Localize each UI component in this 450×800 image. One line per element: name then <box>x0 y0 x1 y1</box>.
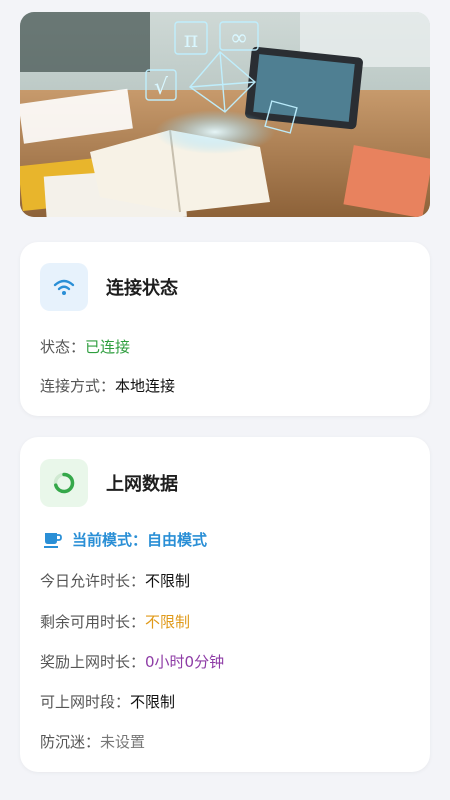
row-value: 0小时0分钟 <box>145 653 225 671</box>
row-label: 可上网时段： <box>40 693 131 711</box>
pi-symbol: π <box>184 28 198 53</box>
wifi-icon <box>53 279 75 295</box>
internet-data-card: 上网数据 当前模式： 自由模式 今日允许时长：不限制 剩余可用时长：不限制 奖励上… <box>20 437 430 772</box>
coffee-cup-icon <box>44 532 62 548</box>
internet-card-title: 上网数据 <box>106 474 178 495</box>
connection-card-title: 连接状态 <box>106 278 178 299</box>
wifi-icon-box <box>40 263 88 311</box>
status-label: 状态： <box>40 338 86 356</box>
internet-row: 防沉迷：未设置 <box>40 731 145 752</box>
data-ring-icon <box>53 472 75 494</box>
connection-method-row: 连接方式：本地连接 <box>40 375 175 396</box>
row-label: 剩余可用时长： <box>40 613 146 631</box>
method-value: 本地连接 <box>115 377 176 395</box>
internet-row: 剩余可用时长：不限制 <box>40 611 190 632</box>
data-ring-icon-box <box>40 459 88 507</box>
row-value: 不限制 <box>145 613 191 631</box>
row-label: 今日允许时长： <box>40 572 146 590</box>
method-label: 连接方式： <box>40 377 116 395</box>
mode-value: 自由模式 <box>147 531 208 549</box>
status-value: 已连接 <box>85 338 131 356</box>
internet-row: 今日允许时长：不限制 <box>40 570 190 591</box>
classroom-illustration: π ∞ √ <box>20 12 430 217</box>
row-value: 不限制 <box>130 693 176 711</box>
connection-status-row: 状态：已连接 <box>40 336 130 357</box>
infinity-symbol: ∞ <box>230 26 248 51</box>
row-value: 未设置 <box>100 733 146 751</box>
current-mode-row: 当前模式： 自由模式 <box>44 529 207 550</box>
internet-row: 可上网时段：不限制 <box>40 691 175 712</box>
mode-label: 当前模式： <box>72 531 148 549</box>
hero-banner-image: π ∞ √ <box>20 12 430 217</box>
internet-row: 奖励上网时长：0小时0分钟 <box>40 651 224 672</box>
row-value: 不限制 <box>145 572 191 590</box>
internet-card-header: 上网数据 <box>40 459 178 507</box>
row-label: 防沉迷： <box>40 733 101 751</box>
row-label: 奖励上网时长： <box>40 653 146 671</box>
sqrt-symbol: √ <box>154 75 169 100</box>
connection-status-card: 连接状态 状态：已连接 连接方式：本地连接 <box>20 242 430 416</box>
connection-card-header: 连接状态 <box>40 263 178 311</box>
